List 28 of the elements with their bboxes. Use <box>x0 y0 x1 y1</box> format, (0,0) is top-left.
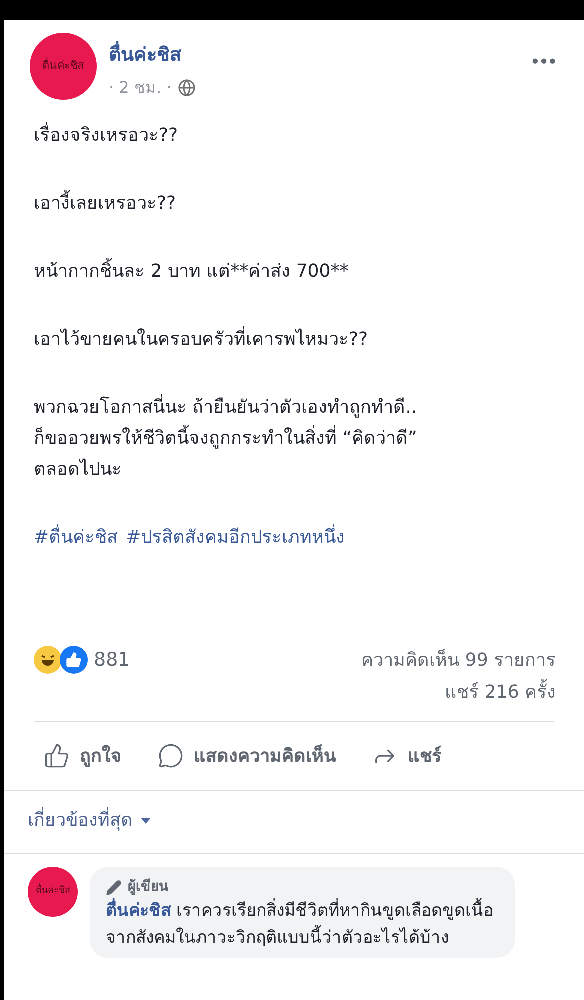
share-count[interactable]: แชร์ 216 ครั้ง <box>445 677 556 709</box>
avatar[interactable]: ตื่นค่ะชิส <box>30 33 97 100</box>
hashtag-link[interactable]: #ตื่นค่ะชิส <box>34 522 118 553</box>
sort-dropdown[interactable]: เกี่ยวข้องที่สุด <box>28 807 151 834</box>
comment-button[interactable]: แสดงความคิดเห็น <box>158 742 336 770</box>
reaction-count[interactable]: 881 <box>94 646 130 674</box>
author-label: ผู้เขียน <box>128 878 169 897</box>
post-text: พวกฉวยโอกาสนี่นะ ถ้ายืนยันว่าตัวเองทำถูกทำดี.. ก็ขออวยพรให้ชีวิตนี้จงถูกกระทำในสิ่งที่ “คิดว่าดี” ตลอดไปนะ <box>34 392 564 485</box>
pencil-icon <box>106 880 122 896</box>
avatar[interactable]: ตื่นค่ะชิส <box>28 867 78 917</box>
comment-count[interactable]: ความคิดเห็น 99 รายการ <box>362 645 556 677</box>
hashtag-link[interactable]: #ปรสิตสังคมอีกประเภทหนึ่ง <box>126 522 346 553</box>
more-button[interactable]: ••• <box>530 33 556 76</box>
globe-icon <box>178 78 196 96</box>
post-text: เรื่องจริงเหรอวะ?? <box>34 120 564 151</box>
comment-text: ตื่นค่ะชิส เราควรเรียกสิ่งมีชีวิตที่หากินขูดเลือดขูดเนื้อจากสังคมในภาวะวิกฤติแบบนี้ว่าตัวอะไรได้บ้าง <box>106 898 499 952</box>
laughing-emoji-icon <box>34 646 62 674</box>
post-text: เอาไว้ขายคนในครอบครัวที่เคารพไหมวะ?? <box>34 324 564 355</box>
like-button[interactable]: ถูกใจ <box>44 742 122 770</box>
speech-bubble-icon <box>158 743 184 769</box>
share-button[interactable]: แชร์ <box>372 742 442 770</box>
post-text: เอางี้เลยเหรอวะ?? <box>34 188 564 219</box>
author-name[interactable]: ตื่นค่ะชิส <box>109 41 518 70</box>
timestamp[interactable]: · 2 ชม. · <box>109 76 172 100</box>
like-reaction-icon <box>60 646 88 674</box>
caret-icon <box>141 818 151 824</box>
thumbs-up-icon <box>44 743 70 769</box>
post-text: หน้ากากชิ้นละ 2 บาท แต่**ค่าส่ง 700** <box>34 256 564 287</box>
